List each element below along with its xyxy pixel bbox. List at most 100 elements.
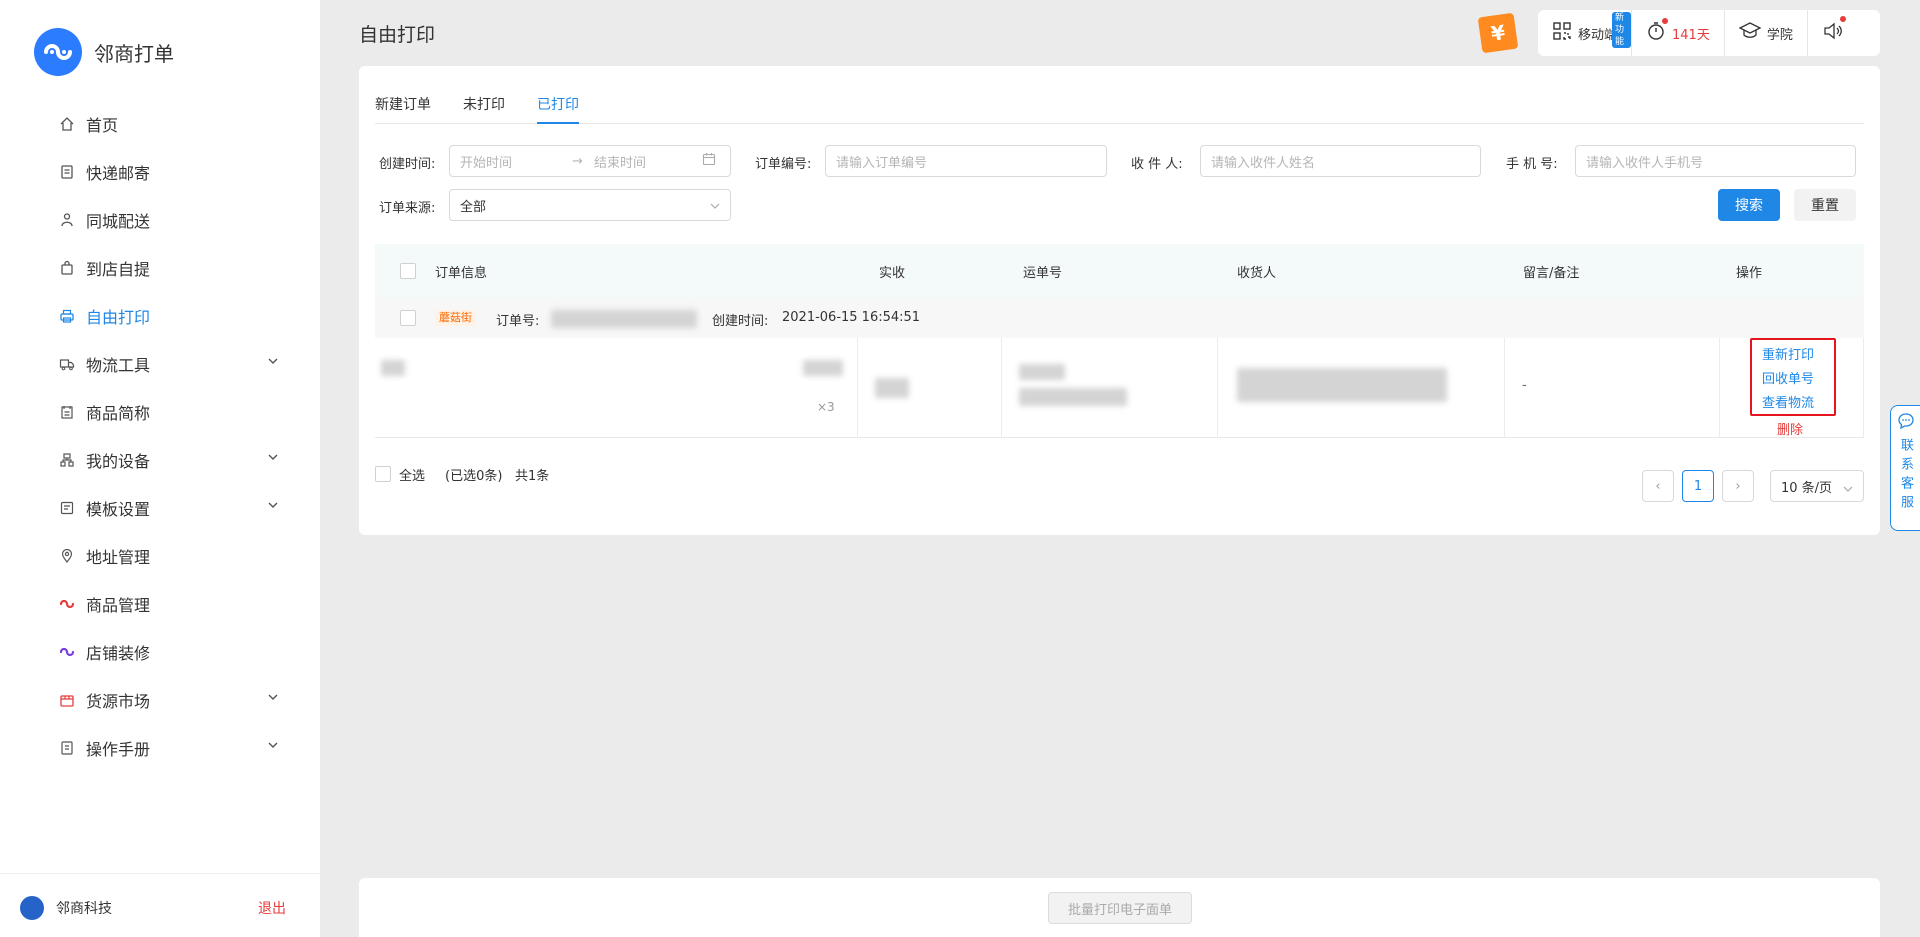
source-select[interactable]: 全部 (449, 189, 731, 221)
tab-new-order[interactable]: 新建订单 (375, 94, 431, 124)
announcement-button[interactable] (1822, 10, 1858, 56)
sidebar-item-market[interactable]: 货源市场 (0, 676, 320, 724)
table-row: ×3 - 重新打印 回收单号 查看物流 删除 (375, 338, 1864, 438)
logout-button[interactable]: 退出 (258, 898, 286, 918)
sidebar-item-pickup[interactable]: 到店自提 (0, 244, 320, 292)
days-indicator[interactable]: 141天 (1646, 10, 1725, 56)
tracking-no-redacted (1019, 388, 1127, 406)
order-no-caption: 订单号: (496, 314, 540, 329)
cell-divider (1504, 338, 1505, 438)
sidebar-item-label: 我的设备 (86, 452, 151, 471)
recycle-waybill-button[interactable]: 回收单号 (1762, 368, 1814, 387)
chat-bubble-icon (1897, 412, 1915, 434)
recipient-redacted (1237, 368, 1447, 402)
phone-input[interactable]: 请输入收件人手机号 (1575, 145, 1856, 177)
product-image-redacted (381, 360, 405, 376)
select-all-checkbox[interactable] (375, 466, 391, 482)
speaker-icon (1822, 21, 1844, 45)
source-tag: 蘑菇街 (435, 310, 476, 326)
qrcode-icon (1552, 21, 1572, 45)
next-page-button[interactable]: › (1722, 470, 1754, 502)
cell-divider (1863, 338, 1864, 438)
chevron-down-icon (266, 354, 280, 368)
notification-dot (1839, 16, 1846, 22)
tab-printed[interactable]: 已打印 (537, 94, 579, 124)
sidebar-item-templates[interactable]: 模板设置 (0, 484, 320, 532)
receiver-label: 收 件 人: (1131, 157, 1183, 172)
search-button[interactable]: 搜索 (1718, 189, 1780, 221)
prev-page-button[interactable]: ‹ (1642, 470, 1674, 502)
sidebar-item-manual[interactable]: 操作手册 (0, 724, 320, 772)
chevron-right-icon: › (1735, 478, 1741, 494)
receiver-input[interactable]: 请输入收件人姓名 (1200, 145, 1481, 177)
orders-table: 订单信息 实收 运单号 收货人 留言/备注 操作 蘑菇街 订单号: 创建时间: … (375, 244, 1864, 438)
cell-divider (857, 338, 858, 438)
order-no-label: 订单编号: (755, 157, 812, 172)
sidebar-footer: 邻商科技 退出 (0, 873, 320, 937)
sidebar-item-label: 自由打印 (86, 308, 151, 327)
reset-button[interactable]: 重置 (1794, 189, 1856, 221)
remark-value: - (1522, 378, 1527, 393)
view-logistics-button[interactable]: 查看物流 (1762, 392, 1814, 411)
order-header-row: 蘑菇街 订单号: 创建时间: 2021-06-15 16:54:51 (375, 298, 1864, 338)
reprint-button[interactable]: 重新打印 (1762, 344, 1814, 363)
carrier-redacted (1019, 364, 1065, 380)
sidebar-item-home[interactable]: 首页 (0, 100, 320, 148)
brand[interactable]: 邻商打单 (34, 28, 174, 76)
academy-label: 学院 (1766, 27, 1793, 43)
chevron-down-icon (710, 198, 720, 213)
table-header: 订单信息 实收 运单号 收货人 留言/备注 操作 (375, 244, 1864, 298)
graduation-cap-icon (1738, 21, 1762, 45)
brand-logo (34, 28, 82, 76)
sidebar-item-shop-decor[interactable]: 店铺装修 (0, 628, 320, 676)
sidebar-item-label: 快递邮寄 (86, 164, 151, 183)
mobile-button[interactable]: 移动端 新功能 (1552, 10, 1633, 56)
location-icon (58, 547, 76, 565)
calendar-icon (702, 152, 716, 170)
sidebar-item-devices[interactable]: 我的设备 (0, 436, 320, 484)
academy-button[interactable]: 学院 (1738, 10, 1808, 56)
selected-count: (已选0条) (445, 469, 503, 484)
column-header-tracking: 运单号 (1023, 266, 1063, 281)
sidebar-item-logistics[interactable]: 物流工具 (0, 340, 320, 388)
page-number-button[interactable]: 1 (1682, 470, 1714, 502)
customer-service-button[interactable]: 联系客服 (1890, 405, 1920, 531)
row-checkbox[interactable] (400, 310, 416, 326)
sidebar-item-label: 同城配送 (86, 212, 151, 231)
template-icon (58, 499, 76, 517)
date-range-picker[interactable]: 开始时间 → 结束时间 (449, 145, 731, 177)
company-name: 邻商科技 (56, 901, 112, 917)
sidebar-item-label: 操作手册 (86, 740, 151, 759)
batch-print-button[interactable]: 批量打印电子面单 (1048, 892, 1192, 924)
header-checkbox[interactable] (400, 263, 416, 279)
source-label: 订单来源: (379, 201, 436, 216)
shop-icon (58, 643, 76, 661)
cell-divider (1217, 338, 1218, 438)
end-date-input[interactable]: 结束时间 (594, 152, 702, 171)
sidebar-item-express[interactable]: 快递邮寄 (0, 148, 320, 196)
tab-unprinted[interactable]: 未打印 (463, 94, 505, 124)
chevron-down-icon (266, 498, 280, 512)
delete-button[interactable]: 删除 (1777, 419, 1803, 438)
select-all-label[interactable]: 全选 (399, 465, 425, 484)
printer-icon (58, 307, 76, 325)
column-header-actions: 操作 (1736, 266, 1763, 281)
order-no-placeholder: 请输入订单编号 (836, 155, 928, 171)
coin-button[interactable]: ¥ (1477, 12, 1519, 54)
page-size-select[interactable]: 10 条/页 (1770, 470, 1864, 502)
phone-label: 手 机 号: (1506, 157, 1558, 172)
sidebar-item-products[interactable]: 商品管理 (0, 580, 320, 628)
brand-name: 邻商打单 (94, 41, 174, 66)
sidebar-item-product-alias[interactable]: 商品简称 (0, 388, 320, 436)
order-no-input[interactable]: 请输入订单编号 (825, 145, 1107, 177)
sidebar-item-address[interactable]: 地址管理 (0, 532, 320, 580)
sidebar-item-free-print[interactable]: 自由打印 (0, 292, 320, 340)
start-date-input[interactable]: 开始时间 (460, 152, 572, 171)
page-size-value: 10 条/页 (1781, 480, 1833, 496)
sidebar-item-same-city[interactable]: 同城配送 (0, 196, 320, 244)
order-tabs: 新建订单 未打印 已打印 (375, 94, 1864, 124)
tag-icon (58, 403, 76, 421)
source-value: 全部 (460, 199, 487, 215)
customer-service-label: 联系客服 (1898, 438, 1913, 514)
created-time-label: 创建时间: (379, 157, 436, 172)
